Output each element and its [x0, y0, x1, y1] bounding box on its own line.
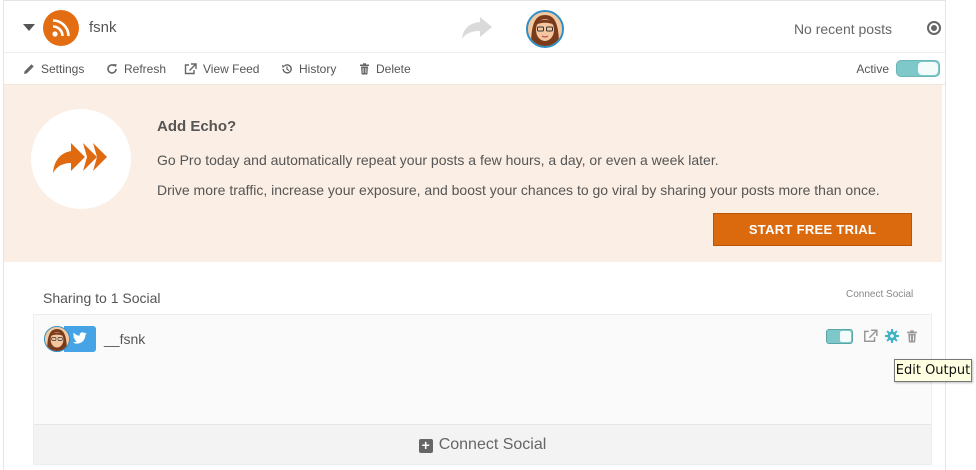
- history-button[interactable]: History: [281, 62, 336, 76]
- external-link-icon: [184, 63, 197, 75]
- social-accounts-panel: __fsnk + Connect Social: [33, 314, 932, 465]
- rss-icon: [43, 10, 79, 46]
- account-avatar: [44, 326, 70, 352]
- social-account-row: __fsnk: [34, 315, 931, 361]
- settings-label: Settings: [41, 62, 85, 76]
- trash-icon: [360, 63, 369, 75]
- account-handle: __fsnk: [104, 331, 146, 347]
- promo-title: Add Echo?: [157, 118, 237, 135]
- history-label: History: [299, 62, 337, 76]
- promo-description-secondary: Drive more traffic, increase your exposu…: [157, 182, 880, 198]
- view-feed-label: View Feed: [203, 62, 260, 76]
- delete-button[interactable]: Delete: [359, 62, 411, 76]
- gear-icon[interactable]: [885, 329, 899, 348]
- history-icon: [282, 64, 292, 74]
- external-link-icon[interactable]: [863, 329, 878, 348]
- connect-social-link[interactable]: Connect Social: [846, 289, 913, 300]
- share-arrow-icon: [460, 15, 494, 46]
- refresh-icon: [107, 64, 117, 74]
- connect-social-label: Connect Social: [438, 436, 547, 453]
- account-enabled-toggle[interactable]: [826, 329, 853, 344]
- refresh-label: Refresh: [124, 62, 167, 76]
- promo-description: Go Pro today and automatically repeat yo…: [157, 152, 719, 168]
- active-label: Active: [856, 62, 889, 76]
- delete-account-icon[interactable]: [906, 330, 918, 348]
- status-text: No recent posts: [793, 21, 892, 37]
- user-avatar: [526, 10, 564, 48]
- echo-logo: [31, 109, 131, 209]
- start-free-trial-button[interactable]: START FREE TRIAL: [713, 213, 912, 246]
- refresh-button[interactable]: Refresh: [106, 62, 166, 76]
- collapse-caret-icon[interactable]: [23, 24, 35, 31]
- edit-output-tooltip: Edit Output: [894, 359, 972, 382]
- pencil-icon: [24, 64, 34, 74]
- view-feed-button[interactable]: View Feed: [184, 62, 259, 76]
- target-icon[interactable]: [927, 21, 941, 35]
- feed-card: fsnk No recent posts Settings Refresh Vi…: [3, 0, 946, 470]
- feed-toolbar: Settings Refresh View Feed History Delet…: [4, 53, 945, 85]
- sharing-title: Sharing to 1 Social: [43, 290, 161, 306]
- echo-promo-banner: Add Echo? Go Pro today and automatically…: [4, 85, 942, 262]
- connect-social-button[interactable]: + Connect Social: [34, 424, 931, 464]
- active-toggle[interactable]: [896, 60, 940, 77]
- plus-icon: +: [418, 438, 433, 453]
- delete-label: Delete: [376, 62, 411, 76]
- settings-button[interactable]: Settings: [23, 62, 84, 76]
- feed-header: fsnk No recent posts: [4, 0, 945, 53]
- fast-forward-share-icon: [53, 143, 107, 173]
- feed-name: fsnk: [89, 19, 117, 36]
